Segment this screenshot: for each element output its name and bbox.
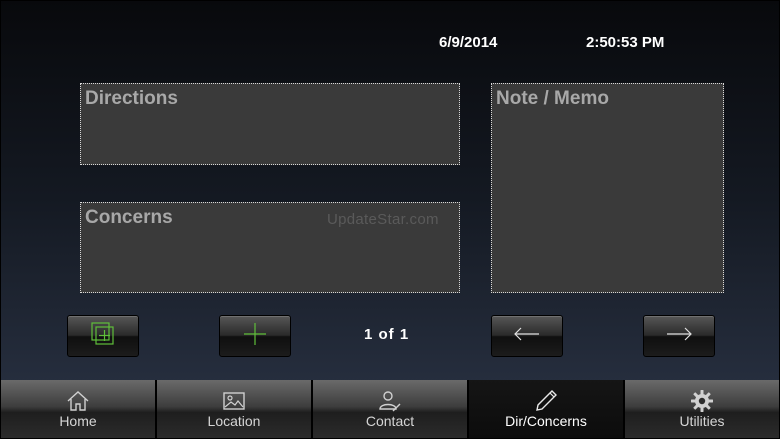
time-display: 2:50:53 PM [586, 34, 665, 51]
tab-contact-label: Contact [365, 413, 415, 429]
directions-field[interactable]: Directions [80, 83, 460, 165]
arrow-right-icon [664, 326, 694, 347]
plus-icon [241, 320, 269, 353]
tab-utilities[interactable]: Utilities [624, 380, 780, 439]
page-indicator: 1 of 1 [364, 326, 410, 343]
tab-utilities-label: Utilities [679, 413, 725, 429]
image-icon [222, 389, 246, 413]
add-box-icon [90, 321, 116, 352]
tab-location[interactable]: Location [156, 380, 312, 439]
tab-home-label: Home [59, 413, 97, 429]
status-bar: 6/9/2014 2:50:53 PM [0, 34, 780, 54]
date-display: 6/9/2014 [439, 34, 498, 51]
home-icon [66, 389, 90, 413]
tab-dir-concerns-label: Dir/Concerns [505, 413, 587, 429]
new-record-button[interactable] [67, 315, 139, 357]
tab-home[interactable]: Home [0, 380, 156, 439]
contact-icon [378, 389, 402, 413]
pencil-icon [534, 389, 558, 413]
add-button[interactable] [219, 315, 291, 357]
note-memo-label: Note / Memo [496, 88, 609, 109]
concerns-label: Concerns [85, 207, 173, 228]
tab-location-label: Location [207, 413, 261, 429]
previous-button[interactable] [491, 315, 563, 357]
gear-icon [690, 389, 714, 413]
note-memo-field[interactable]: Note / Memo [491, 83, 724, 293]
tab-dir-concerns[interactable]: Dir/Concerns [468, 380, 624, 439]
next-button[interactable] [643, 315, 715, 357]
tab-contact[interactable]: Contact [312, 380, 468, 439]
directions-label: Directions [85, 88, 178, 109]
watermark: UpdateStar.com [327, 211, 439, 228]
tab-bar: Home Location Contact Dir/Concerns Utili… [0, 380, 780, 439]
arrow-left-icon [512, 326, 542, 347]
